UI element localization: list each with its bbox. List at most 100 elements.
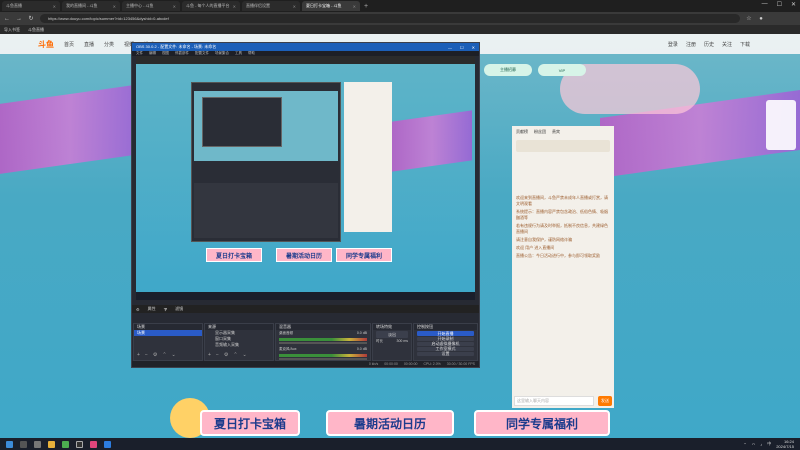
add-icon[interactable]: + [208,352,211,358]
bookmark-item[interactable]: 斗鱼直播 [28,27,44,33]
scene-item-selected[interactable]: 场景 [134,330,202,336]
back-icon[interactable]: ← [4,16,10,22]
url-input[interactable]: https://www.douyu.com/topic/summer?rid=1… [40,14,740,23]
chat-tab[interactable]: 贡献榜 [516,129,528,135]
input-language[interactable]: 中 [767,441,771,447]
gear-icon[interactable]: ⚙ [136,307,140,312]
maximize-icon[interactable]: ☐ [460,45,464,50]
close-icon[interactable]: ✕ [472,45,475,50]
filters-button[interactable]: 滤镜 [175,306,183,312]
chat-tab[interactable]: 粉丝团 [534,129,546,135]
clock[interactable]: 16:24 2024/7/15 [776,439,794,449]
obs-icon[interactable] [76,440,83,448]
preview-banner: 同学专属福利 [336,248,392,262]
search-icon[interactable] [20,440,27,448]
properties-button[interactable]: 属性 [148,306,156,312]
chat-user-card[interactable] [516,140,610,152]
chat-message: 欢迎 用户 进入直播间 [516,245,555,250]
volume-icon[interactable]: ♪ [760,442,762,447]
task-view-icon[interactable] [34,440,41,448]
source-item[interactable]: 音频输入采集 [205,342,273,348]
new-tab-icon[interactable]: + [364,3,368,10]
remove-icon[interactable]: − [145,352,148,358]
close-icon[interactable]: ✕ [173,4,176,9]
tab-label: 斗鱼 - 每个人的直播平台 [186,3,230,8]
banner-button[interactable]: 暑期活动日历 [326,410,454,436]
send-button[interactable]: 发送 [598,396,612,406]
browser-tab[interactable]: 直播伴侣设置 ✕ [242,1,300,11]
tab-label: 主播中心 - 斗鱼 [126,3,154,8]
obs-preview[interactable]: 夏日打卡宝箱 暑期活动日历 同学专属福利 [136,56,475,300]
chevron-up-icon[interactable]: ⌃ [743,442,746,447]
close-icon[interactable]: ✕ [53,4,56,9]
volume-slider[interactable] [279,342,367,344]
pill-button[interactable]: VIP [538,64,586,76]
banner-button[interactable]: 夏日打卡宝箱 [200,410,300,436]
move-down-icon[interactable]: ⌄ [243,352,247,358]
header-link[interactable]: 登录 [668,41,678,48]
settings-button[interactable]: 设置 [417,351,474,356]
pill-button[interactable]: 主播招募 [484,64,532,76]
header-link[interactable]: 下载 [740,41,750,48]
header-link[interactable]: 注册 [686,41,696,48]
network-icon[interactable]: ◠ [752,442,756,447]
nav-item[interactable]: 首页 [64,41,74,48]
header-link[interactable]: 历史 [704,41,714,48]
bookmarks-bar: 导入书签 斗鱼直播 [0,25,800,34]
add-icon[interactable]: + [137,352,140,358]
remove-icon[interactable]: − [216,352,219,358]
move-down-icon[interactable]: ⌄ [172,352,176,358]
nav-item[interactable]: 直播 [84,41,94,48]
minimize-icon[interactable]: — [448,45,452,50]
move-up-icon[interactable]: ⌃ [162,352,166,358]
chat-message: 若有违规行为请及时举报，抵制不良信息，共建绿色直播间 [516,223,608,234]
site-logo[interactable]: 斗鱼 [38,39,54,50]
close-icon[interactable]: ✕ [353,4,356,9]
banner-button[interactable]: 同学专属福利 [474,410,610,436]
app-icon[interactable] [104,440,111,448]
duration-input[interactable]: 300 ms [397,339,408,344]
address-bar-row: ← → ↻ https://www.douyu.com/topic/summer… [0,12,800,25]
browser-tab-bar: 斗鱼直播 ✕ 我的直播间 - 斗鱼 ✕ 主播中心 - 斗鱼 ✕ 斗鱼 - 每个人的直播… [0,0,800,12]
reload-icon[interactable]: ↻ [28,15,34,22]
chat-tab[interactable]: 贵宾 [552,129,560,135]
close-window-icon[interactable]: ✕ [791,1,796,8]
bookmark-item[interactable]: 导入书签 [4,27,20,33]
app-icon[interactable] [90,440,97,448]
close-icon[interactable]: ✕ [293,4,296,9]
duration-row: 时长 300 ms [373,339,411,344]
status-fps: 30.00 / 30.00 FPS [446,362,475,366]
forward-icon[interactable]: → [16,16,22,22]
header-link[interactable]: 关注 [722,41,732,48]
browser-tab[interactable]: 主播中心 - 斗鱼 ✕ [122,1,180,11]
browser-tab[interactable]: 斗鱼 - 每个人的直播平台 ✕ [182,1,240,11]
preview-chat [344,82,392,232]
chrome-icon[interactable] [62,440,69,448]
browser-tab-active[interactable]: 夏日打卡宝箱 - 斗鱼 ✕ [302,1,360,11]
close-icon[interactable]: ✕ [113,4,116,9]
transitions-dock: 转场特效 淡出 时长 300 ms [372,323,412,361]
profile-icon[interactable]: ● [758,16,764,22]
minimize-icon[interactable]: — [762,1,768,8]
chat-input[interactable]: 这里输入聊天内容 [514,396,594,406]
start-icon[interactable] [6,440,13,448]
gear-icon[interactable]: ⚙ [153,352,157,358]
star-icon[interactable]: ☆ [746,15,752,22]
browser-tab[interactable]: 斗鱼直播 ✕ [2,1,60,11]
move-up-icon[interactable]: ⌃ [233,352,237,358]
nav-item[interactable]: 分类 [104,41,114,48]
maximize-icon[interactable]: ☐ [777,1,782,8]
side-widget[interactable] [766,100,796,150]
transition-select[interactable]: 淡出 [376,331,408,338]
status-bitrate: 0 kb/s [368,362,379,366]
volume-slider[interactable] [279,358,367,360]
gear-icon[interactable]: ⚙ [224,352,228,358]
chat-message: 系统提示：直播内容严禁包含政治、低俗色情、吸烟酗酒等 [516,209,608,220]
volume-meter [279,338,367,341]
filter-icon[interactable]: ⧩ [164,307,168,312]
mixer-dock: 混音器 桌面音频 0.0 dB 麦克风/Aux 0.0 dB [275,323,371,361]
mixer-channel: 桌面音频 0.0 dB [276,330,370,337]
browser-tab[interactable]: 我的直播间 - 斗鱼 ✕ [62,1,120,11]
file-explorer-icon[interactable] [48,440,55,448]
close-icon[interactable]: ✕ [233,4,236,9]
